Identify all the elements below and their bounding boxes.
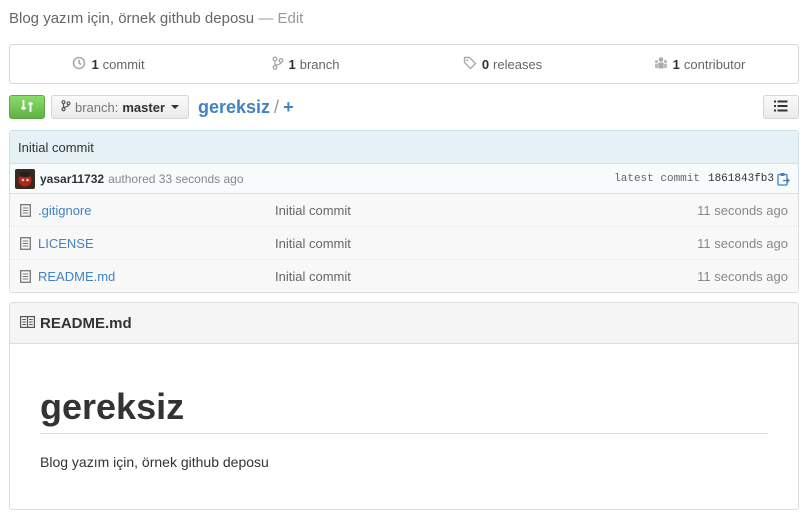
commits-count: 1 xyxy=(91,56,99,72)
contributors-label: contributor xyxy=(683,56,746,72)
commit-author-link[interactable]: yasar11732 xyxy=(40,172,104,186)
branch-name: master xyxy=(122,99,166,115)
commit-title-bar: Initial commit xyxy=(10,131,798,164)
file-list-view-button[interactable] xyxy=(763,95,799,119)
file-commit-message[interactable]: Initial commit xyxy=(275,236,575,251)
edit-description-link[interactable]: Edit xyxy=(278,10,304,27)
commit-meta-bar: yasar11732 authored 33 seconds ago lates… xyxy=(10,164,798,194)
branches-count-link[interactable]: 1 branch xyxy=(207,56,404,73)
clipboard-icon[interactable] xyxy=(777,172,790,186)
latest-commit-box: Initial commit yasar11732 authored 33 se… xyxy=(9,130,799,195)
file-name-link[interactable]: LICENSE xyxy=(38,236,275,251)
breadcrumb: gereksiz / + xyxy=(198,97,294,118)
repo-root-link[interactable]: gereksiz xyxy=(198,97,270,117)
readme-heading: gereksiz xyxy=(40,386,768,435)
history-icon xyxy=(72,56,91,73)
readme-filename: README.md xyxy=(40,314,132,332)
readme-paragraph: Blog yazım için, örnek github deposu xyxy=(40,454,269,471)
git-branch-icon xyxy=(272,56,289,73)
commits-label: commit xyxy=(102,56,145,72)
chevron-down-icon xyxy=(171,105,180,109)
releases-count-link[interactable]: 0 releases xyxy=(404,56,601,73)
commits-count-link[interactable]: 1 commit xyxy=(10,56,207,73)
file-text-icon xyxy=(20,269,34,283)
file-row: README.md Initial commit 11 seconds ago xyxy=(10,259,798,292)
repo-description-line: Blog yazım için, örnek github deposu — E… xyxy=(9,10,303,27)
contributors-count-link[interactable]: 1 contributor xyxy=(601,56,798,73)
book-icon xyxy=(20,315,40,332)
list-icon xyxy=(774,100,788,115)
file-text-icon xyxy=(20,236,34,250)
tag-icon xyxy=(463,56,482,73)
file-row: .gitignore Initial commit 11 seconds ago xyxy=(10,193,798,226)
commit-sha-link[interactable]: 1861843fb3 xyxy=(708,173,774,185)
readme-header: README.md xyxy=(10,303,798,344)
git-branch-icon xyxy=(61,99,71,115)
file-name-link[interactable]: .gitignore xyxy=(38,203,275,218)
branches-label: branch xyxy=(299,56,340,72)
commit-authored-time: authored 33 seconds ago xyxy=(108,172,244,186)
add-file-link[interactable]: + xyxy=(283,97,294,117)
repo-description: Blog yazım için, örnek github deposu xyxy=(9,10,255,27)
avatar[interactable] xyxy=(15,169,35,189)
branch-selector[interactable]: branch: master xyxy=(51,95,189,119)
branch-label: branch: xyxy=(75,99,119,115)
compare-button[interactable] xyxy=(9,95,45,119)
commit-message[interactable]: Initial commit xyxy=(18,140,94,155)
file-text-icon xyxy=(20,203,34,217)
compare-icon xyxy=(19,98,35,117)
contributors-count: 1 xyxy=(672,56,680,72)
path-separator: / xyxy=(274,97,280,117)
readme-content: gereksiz Blog yazım için, örnek github d… xyxy=(10,386,798,470)
branches-count: 1 xyxy=(288,56,296,72)
readme-panel: README.md gereksiz Blog yazım için, örne… xyxy=(9,302,799,510)
releases-count: 0 xyxy=(481,56,490,72)
file-name-link[interactable]: README.md xyxy=(38,269,275,284)
repo-summary-bar: 1 commit 1 branch 0 releases 1 contribut… xyxy=(9,44,799,84)
file-age: 11 seconds ago xyxy=(697,268,788,284)
organization-icon xyxy=(654,56,673,73)
file-commit-message[interactable]: Initial commit xyxy=(275,203,575,218)
file-row: LICENSE Initial commit 11 seconds ago xyxy=(10,226,798,259)
file-age: 11 seconds ago xyxy=(697,202,788,218)
file-list: .gitignore Initial commit 11 seconds ago… xyxy=(9,193,799,293)
latest-commit-label: latest commit xyxy=(614,173,700,185)
latest-commit-ref: latest commit 1861843fb3 xyxy=(614,172,798,186)
releases-label: releases xyxy=(493,56,543,72)
description-separator: — xyxy=(258,10,274,27)
file-age: 11 seconds ago xyxy=(697,235,788,251)
file-commit-message[interactable]: Initial commit xyxy=(275,269,575,284)
